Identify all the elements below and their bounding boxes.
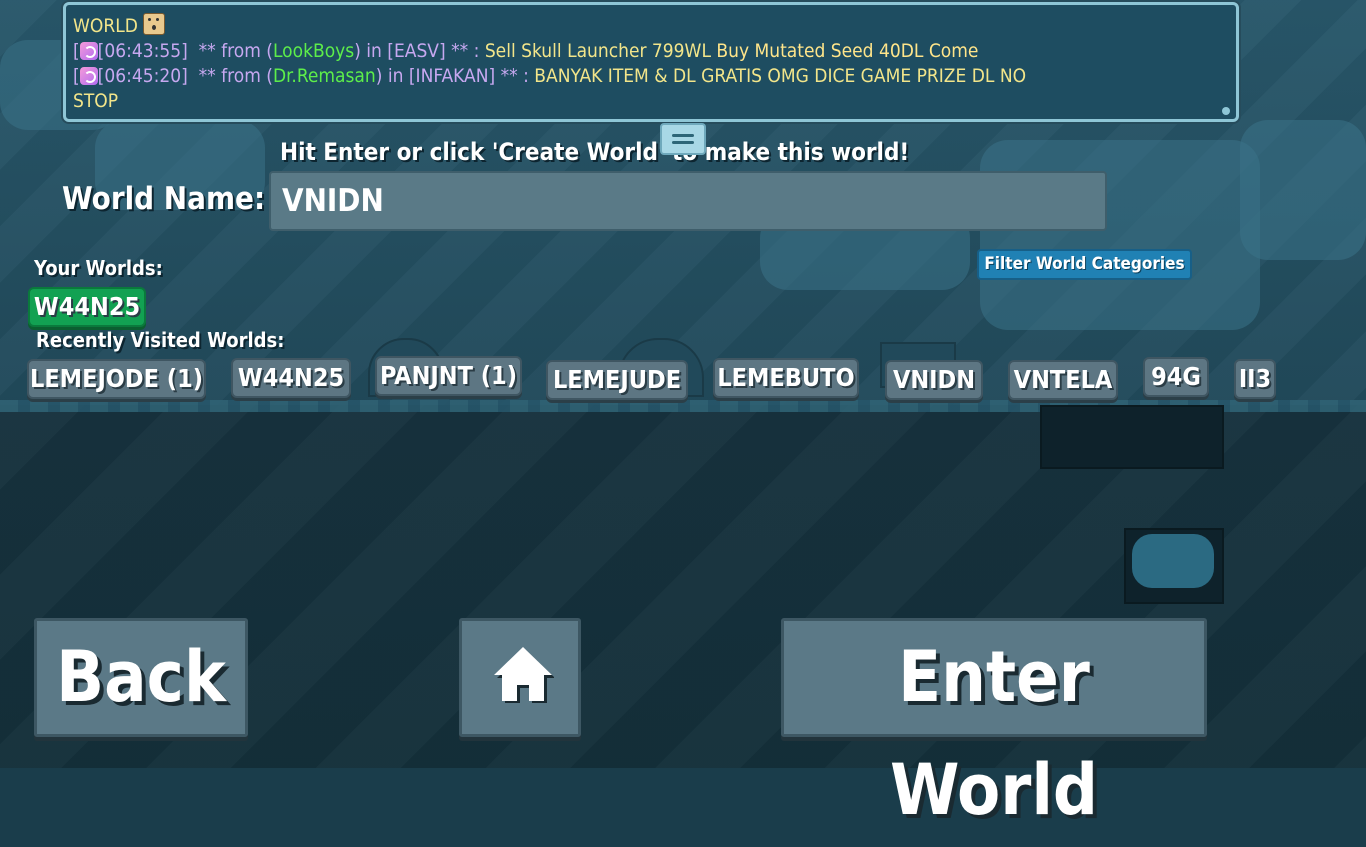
chat-stars: ] ** : [488,65,529,87]
back-button[interactable]: Back [34,618,248,737]
chat-message-text: BANYAK ITEM & DL GRATIS OMG DICE GAME PR… [534,65,1027,87]
chat-toggle-button[interactable] [660,123,706,155]
enter-world-button[interactable]: Enter World [781,618,1207,831]
chat-world: INFAKAN [415,65,489,87]
chat-line: STOP [73,89,1228,114]
background-block [1040,405,1224,469]
chat-message-text: STOP [73,90,119,112]
surprised-face-icon [143,13,166,35]
recent-world-chip[interactable]: LEMEJUDE [546,360,688,400]
filter-world-categories-button[interactable]: Filter World Categories [977,249,1192,280]
world-name-label: World Name: [62,181,266,217]
recent-world-chip[interactable]: W44N25 [231,358,351,398]
create-world-hint: Hit Enter or click 'Create World' to mak… [280,138,910,166]
chat-sender[interactable]: Dr.Remasan [273,65,376,87]
background-cloud [980,140,1260,330]
chat-world-label: WORLD [73,15,138,37]
chat-panel[interactable]: WORLD [[06:43:55] ** from (LookBoys) in … [63,2,1239,122]
chat-from-label: ** from ( [198,40,273,62]
chat-timestamp: [06:45:20] [97,65,188,87]
recent-world-chip[interactable]: LEMEJODE (1) [27,359,206,399]
recent-world-chip[interactable]: II3 [1234,359,1276,399]
chat-timestamp: [06:43:55] [97,40,188,62]
background-cloud [1240,120,1366,260]
chat-from-label: ** from ( [198,65,273,87]
badge-icon [79,67,98,85]
your-worlds-label: Your Worlds: [34,256,163,280]
recent-world-chip[interactable]: 94G [1143,357,1209,397]
badge-icon [79,42,98,60]
recent-world-chip[interactable]: LEMEBUTO [713,358,859,398]
chat-in-label: ) in [ [375,65,416,87]
background-bush [1132,534,1214,588]
chat-line: [[06:43:55] ** from (LookBoys) in [EASV]… [73,40,979,62]
recent-world-chip[interactable]: PANJNT (1) [375,356,522,396]
recent-worlds-label: Recently Visited Worlds: [36,328,285,352]
chat-world: EASV [393,40,440,62]
home-button[interactable] [459,618,581,737]
home-icon [494,647,554,703]
world-name-input[interactable]: VNIDN [269,171,1107,231]
chat-message-text: Sell Skull Launcher 799WL [484,40,711,62]
your-world-chip[interactable]: W44N25 [28,287,146,327]
chat-line: WORLD [73,13,1228,39]
recent-world-chip[interactable]: VNTELA [1008,360,1118,400]
chat-line: [[06:45:20] ** from (Dr.Remasan) in [INF… [73,65,1027,87]
chat-in-label: ) in [ [354,40,394,62]
chat-stars: ] ** : [439,40,480,62]
chat-sender[interactable]: LookBoys [273,40,354,62]
chat-message-text: Buy Mutated Seed 40DL Come [716,40,979,62]
chat-scroll-indicator [1222,107,1230,115]
recent-world-chip[interactable]: VNIDN [885,360,983,400]
